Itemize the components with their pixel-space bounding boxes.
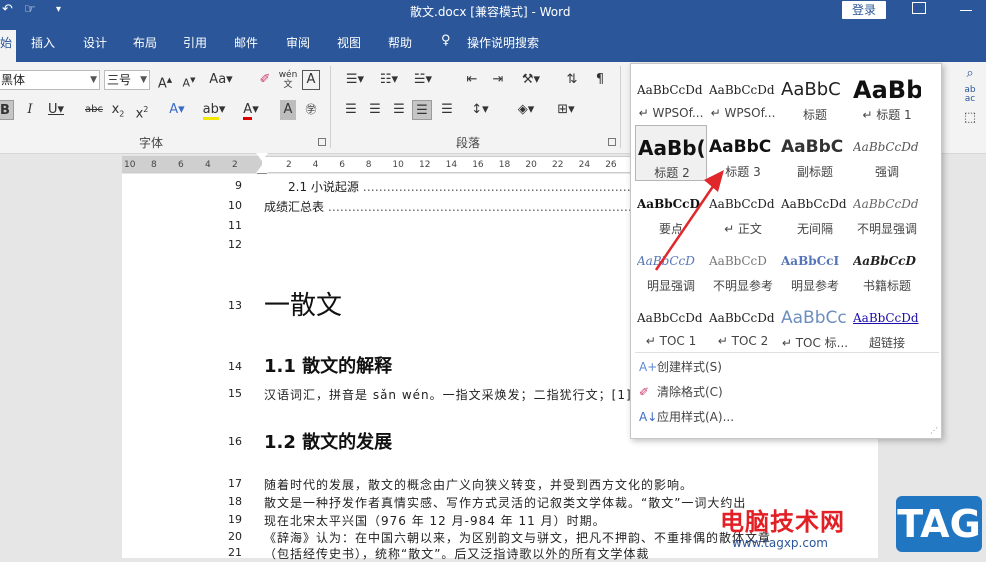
watermark: 电脑技术网 www.tagxp.com TAG xyxy=(720,494,986,558)
annotation-arrow xyxy=(654,170,724,271)
watermark-logo: TAG xyxy=(896,496,982,552)
watermark-site-name: 电脑技术网 xyxy=(720,508,845,536)
watermark-url: www.tagxp.com xyxy=(732,536,828,550)
